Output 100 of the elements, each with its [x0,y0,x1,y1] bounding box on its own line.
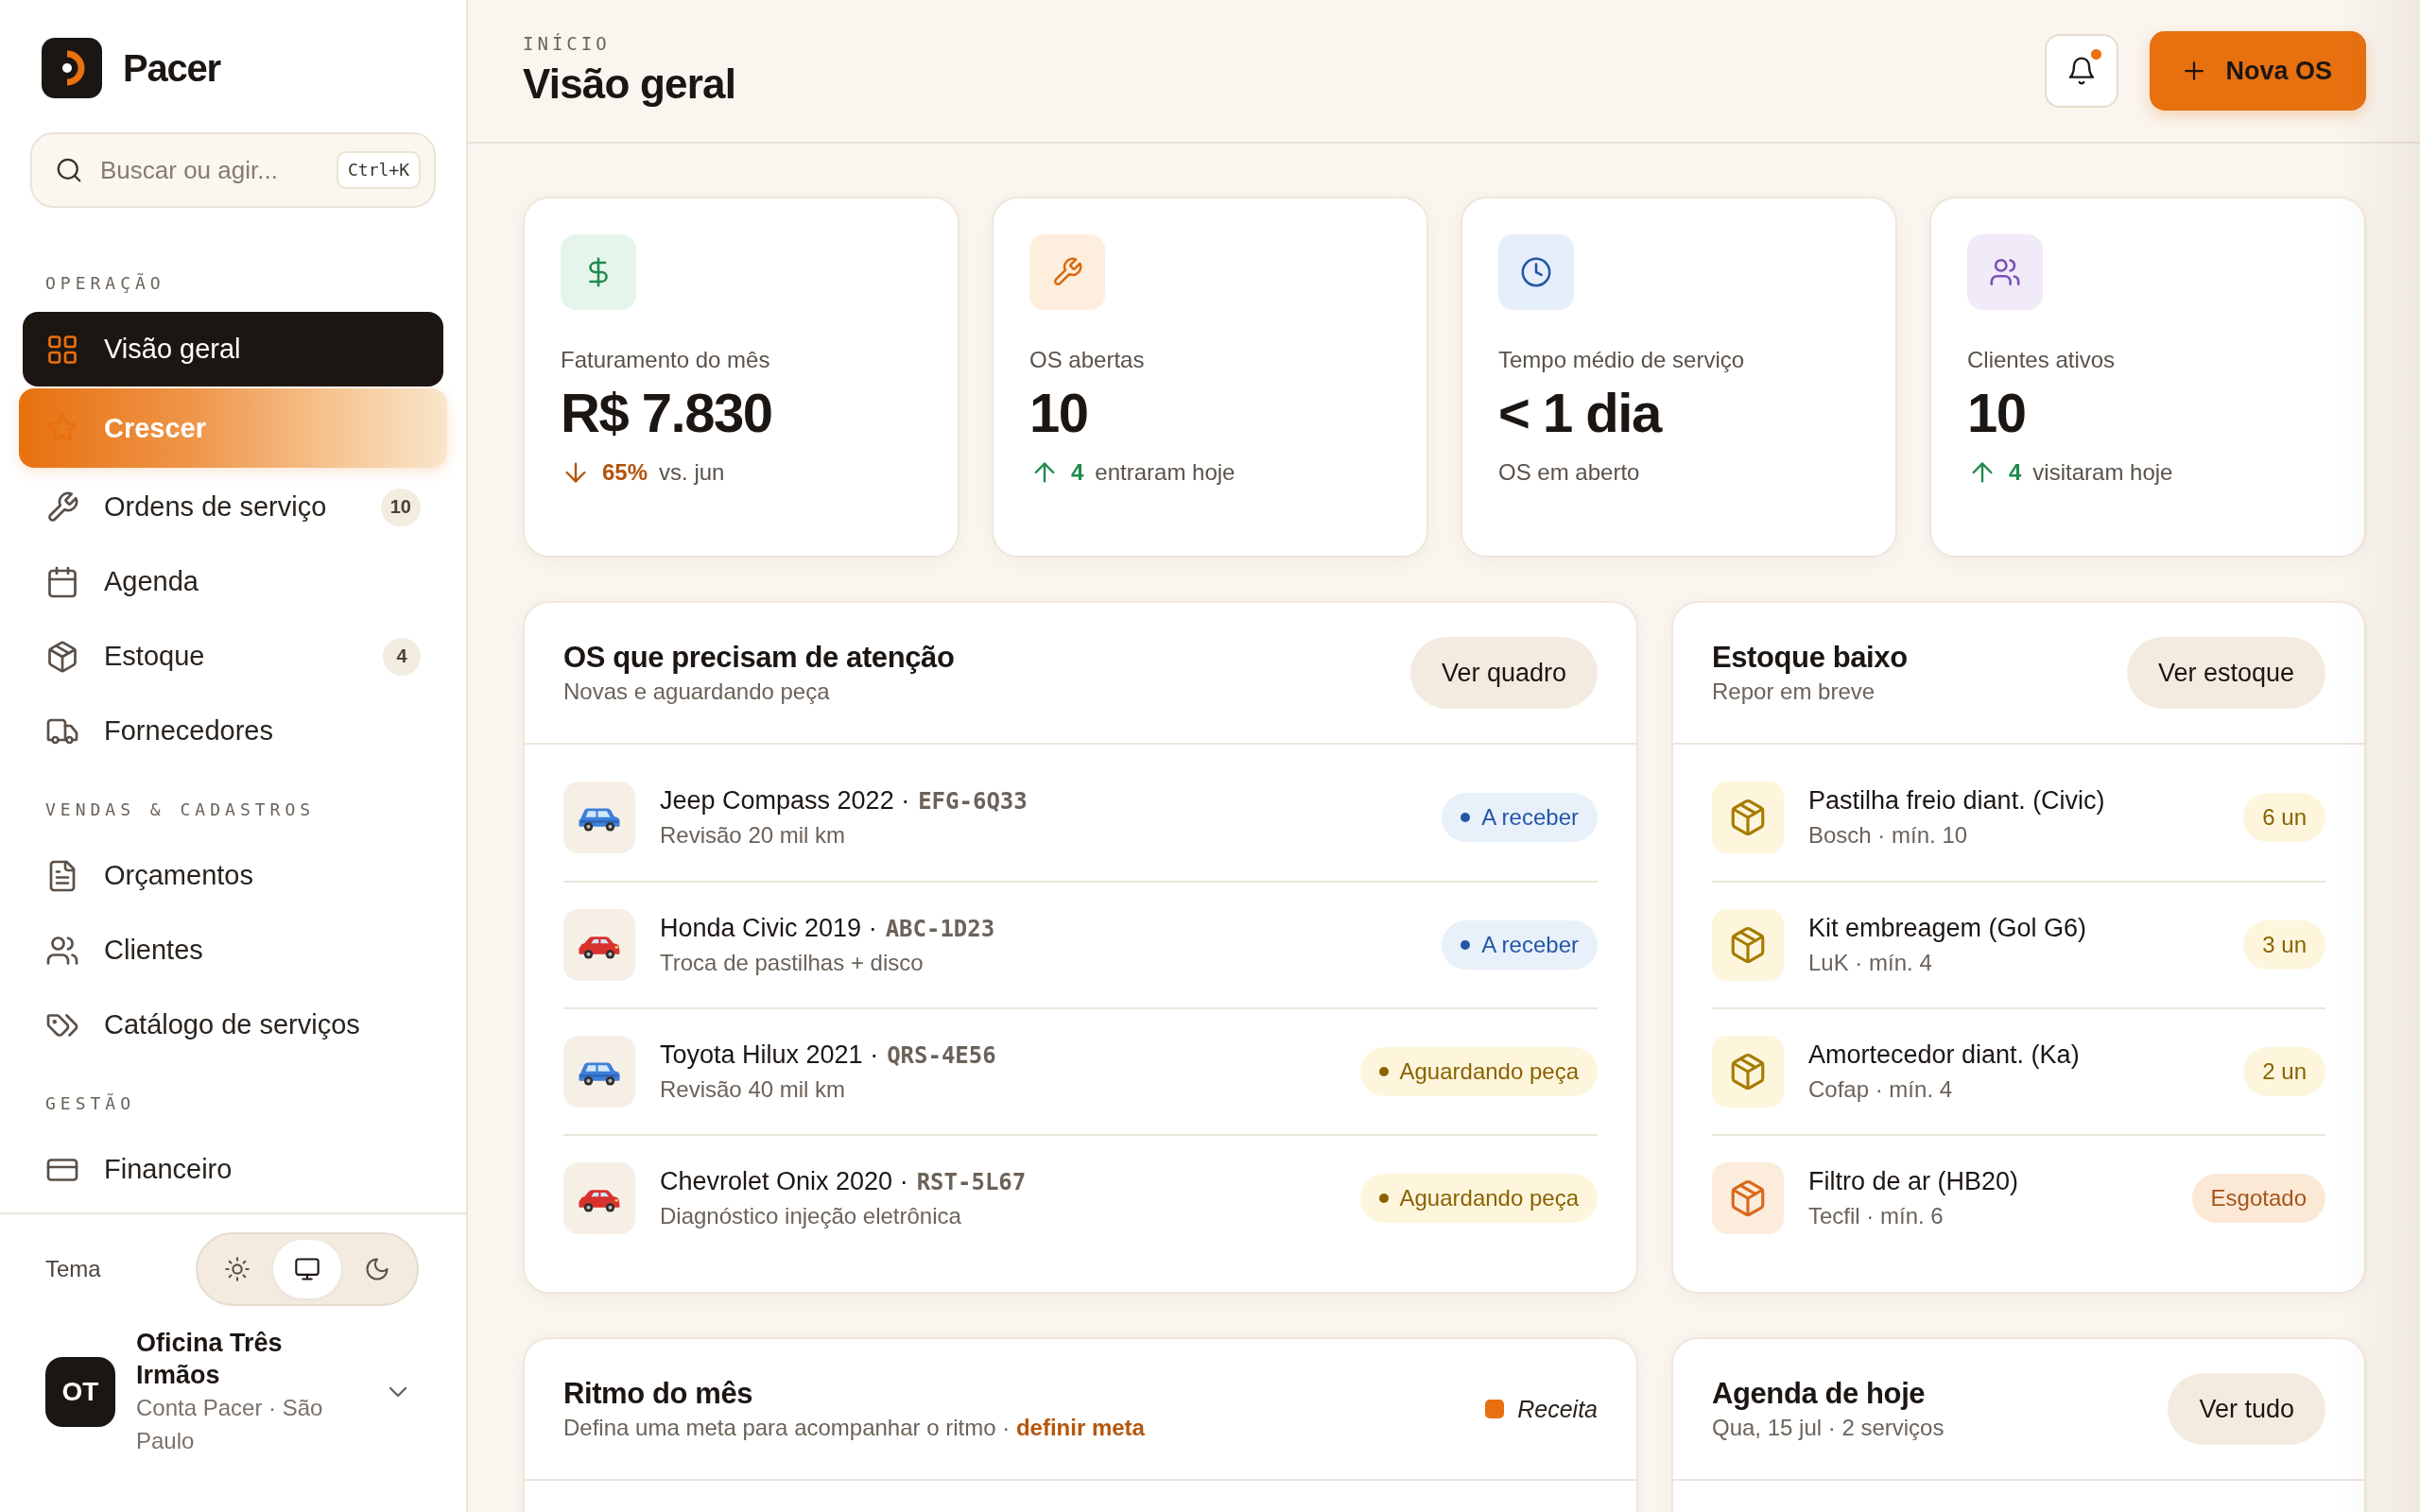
box-icon [1712,909,1784,981]
panel-title: Estoque baixo [1712,640,1908,676]
moon-icon [364,1256,390,1282]
panel-subtitle: Defina uma meta para acompanhar o ritmo · definir meta [563,1414,1145,1442]
trend-note: entraram hoje [1095,458,1236,487]
legend-label: Receita [1517,1395,1598,1423]
panel-subtitle: Novas e aguardando peça [563,678,831,706]
sun-icon [224,1256,251,1282]
trend-value: 4 [2009,458,2022,487]
stat-label: OS abertas [1029,346,1145,374]
view-stock-button[interactable]: Ver estoque [2126,637,2325,709]
vehicle-name: Jeep Compass 2022 · [660,785,910,816]
stat-value: R$ 7.830 [561,382,772,444]
nav-item[interactable]: Financeiro [23,1132,443,1207]
license-plate: EFG-6Q33 [918,788,1028,815]
quantity-badge: 2 un [2243,1047,2325,1096]
system-theme-button[interactable] [273,1240,341,1298]
breadcrumb: INÍCIO [523,32,612,55]
nav-item[interactable]: Ordens de serviço 10 [23,470,443,544]
trend-note: visitaram hoje [2032,458,2173,487]
part-name: Amortecedor diant. (Ka) [1808,1040,2080,1071]
count-badge: 10 [380,488,421,526]
service-description: Revisão 40 mil km [660,1075,846,1104]
wrench-icon [1029,234,1105,310]
account-name: Oficina Três Irmãos [136,1328,284,1391]
quantity-badge: Esgotado [2191,1174,2325,1223]
stat-label: Tempo médio de serviço [1498,346,1745,374]
account-details: Conta Pacer · São Paulo [136,1394,324,1455]
part-details: Tecfil · mín. 6 [1808,1202,1944,1230]
suv-icon [563,782,635,853]
count-badge: 4 [383,637,421,676]
account-avatar: OT [45,1357,115,1427]
status-badge: Aguardando peça [1359,1174,1598,1223]
vehicle-name: Chevrolet Onix 2020 · [660,1166,908,1197]
search-icon [55,156,83,184]
logo-icon [42,38,102,98]
quantity-badge: 3 un [2243,920,2325,970]
part-name: Kit embreagem (Gol G6) [1808,913,2087,944]
nav-item[interactable]: Orçamentos [23,838,443,913]
box-icon [1712,1162,1784,1234]
status-dot-icon [1461,813,1471,822]
section-label: OPERAÇÃO [44,273,166,294]
trend-note: OS em aberto [1498,458,1640,487]
service-description: Revisão 20 mil km [660,821,846,850]
car-icon [563,909,635,981]
view-all-button[interactable]: Ver tudo [2168,1373,2325,1445]
box-icon [1712,782,1784,853]
part-details: Cofap · mín. 4 [1808,1075,1953,1104]
panel-subtitle: Repor em breve [1712,678,1876,706]
part-details: LuK · mín. 4 [1808,949,1932,977]
status-badge: A receber [1442,920,1598,970]
brand-name: Pacer [123,46,220,90]
suv-icon [563,1036,635,1108]
vehicle-name: Honda Civic 2019 · [660,913,877,944]
users-icon [1967,234,2043,310]
page-title: Visão geral [523,60,736,109]
trend-value: 4 [1071,458,1084,487]
status-dot-icon [1378,1194,1389,1203]
stat-value: < 1 dia [1498,382,1661,444]
panel-subtitle: Qua, 15 jul · 2 serviços [1712,1414,1945,1442]
notifications-button[interactable] [2045,34,2119,108]
service-description: Diagnóstico injeção eletrônica [660,1202,961,1230]
car-icon [563,1162,635,1234]
part-details: Bosch · mín. 10 [1808,821,1968,850]
nav-item[interactable]: Clientes [23,913,443,988]
clock-icon [1498,234,1574,310]
stat-value: 10 [1029,382,1088,444]
nav-item[interactable]: Visão geral [23,312,443,387]
vehicle-name: Toyota Hilux 2021 · [660,1040,879,1071]
trend-value: 65% [602,458,648,487]
section-label: GESTÃO [44,1093,137,1114]
license-plate: RST-5L67 [916,1169,1027,1195]
stat-label: Faturamento do mês [561,346,770,374]
license-plate: ABC-1D23 [885,916,995,942]
nav-item[interactable]: Fornecedores [23,694,443,768]
monitor-icon [294,1256,320,1282]
section-label: VENDAS & CADASTROS [44,799,317,820]
part-name: Pastilha freio diant. (Civic) [1808,785,2105,816]
nav-item[interactable]: Catálogo de serviços [23,988,443,1062]
panel-title: Ritmo do mês [563,1376,754,1412]
trend-note: vs. jun [659,458,725,487]
nav-item[interactable]: Agenda [23,544,443,619]
panel-title: Agenda de hoje [1712,1376,1927,1412]
calendar-icon [45,564,79,599]
wrench-icon [45,490,79,524]
theme-label: Tema [45,1256,101,1282]
shortcut-hint: Ctrl+K [336,151,421,189]
status-badge: A receber [1442,793,1598,842]
license-plate: QRS-4E56 [887,1042,996,1069]
status-dot-icon [1461,940,1471,950]
view-board-button[interactable]: Ver quadro [1409,637,1598,709]
set-goal-link[interactable]: definir meta [1015,1415,1145,1440]
part-name: Filtro de ar (HB20) [1808,1166,2019,1197]
service-description: Troca de pastilhas + disco [660,949,924,977]
status-badge: Aguardando peça [1359,1047,1598,1096]
stat-label: Clientes ativos [1967,346,2116,374]
nav-item[interactable]: Estoque 4 [23,619,443,694]
new-order-button[interactable]: Nova OS [2150,31,2366,111]
status-dot-icon [1378,1067,1389,1076]
dollar-icon [561,234,636,310]
